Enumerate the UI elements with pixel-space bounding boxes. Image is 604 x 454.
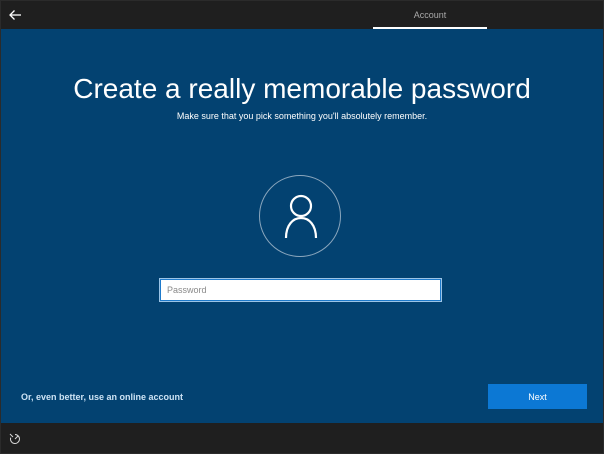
page-title: Create a really memorable password [73,73,531,104]
back-arrow-icon [9,10,21,20]
user-icon [284,194,318,239]
tab-account-label: Account [413,10,447,20]
ease-of-access-icon [9,433,20,444]
avatar [259,175,341,257]
next-button[interactable]: Next [488,384,587,409]
oobe-window: Account Create a really memorable passwo… [0,0,604,454]
bottom-bar [1,423,603,453]
top-bar: Account [1,1,603,29]
page-subtitle: Make sure that you pick something you'll… [176,111,428,121]
password-field[interactable] [159,278,442,302]
main-panel: Create a really memorable password Make … [1,29,603,423]
online-account-link[interactable]: Or, even better, use an online account [21,391,183,403]
ease-of-access-button[interactable] [9,432,21,444]
back-button[interactable] [5,5,25,25]
tab-account[interactable]: Account [373,1,487,29]
